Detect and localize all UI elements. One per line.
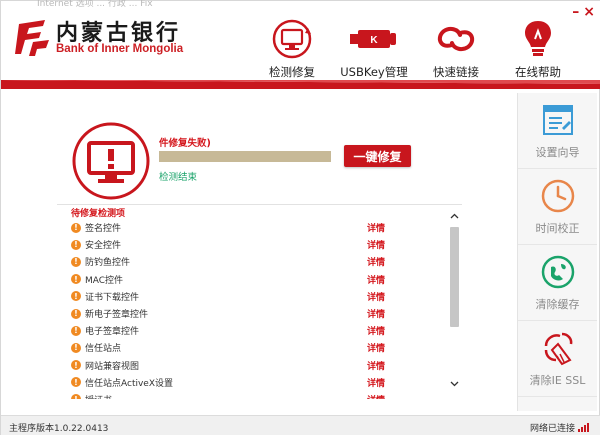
- nav-online-help[interactable]: 在线帮助: [497, 17, 579, 83]
- nav-usbkey[interactable]: K USBKey管理: [333, 17, 415, 83]
- list-item: ! 新电子签章控件 详情: [71, 305, 441, 322]
- bank-name-en: Bank of Inner Mongolia: [56, 43, 184, 55]
- warning-icon: !: [71, 222, 81, 233]
- nav-label: 检测修复: [269, 65, 315, 79]
- sidebar-item-label: 设置向导: [535, 145, 580, 159]
- list-item: ! 网站兼容视图 详情: [71, 357, 441, 374]
- nav-quick-links[interactable]: 快速链接: [415, 17, 497, 83]
- broom-icon: [540, 330, 576, 366]
- repair-failed-monitor-icon: [72, 122, 150, 200]
- repair-status-message: 件修复失败): [159, 138, 211, 149]
- list-title: 待修复检测项: [71, 209, 126, 219]
- repair-progress-bar: [159, 151, 331, 162]
- svg-text:K: K: [370, 35, 378, 46]
- tools-sidebar: 设置向导 时间校正 清除缓存 清除IE SSL: [517, 93, 597, 411]
- item-name: 证书下载控件: [85, 292, 140, 303]
- list-item: ! 防钓鱼控件 详情: [71, 253, 441, 270]
- list-item: ! 签名控件 详情: [71, 219, 441, 236]
- sidebar-item-time-correct[interactable]: 时间校正: [518, 169, 597, 245]
- bank-logo-icon: [15, 20, 49, 56]
- warning-icon: !: [71, 394, 81, 399]
- status-bar: 主程序版本1.0.22.0413 网络已连接: [1, 415, 600, 435]
- list-item: ! 电子签章控件 详情: [71, 322, 441, 339]
- item-name: 防钓鱼控件: [85, 258, 131, 269]
- network-status-text: 网络已连接: [529, 424, 575, 434]
- sidebar-item-clear-cache[interactable]: 清除缓存: [518, 245, 597, 321]
- scroll-thumb[interactable]: [450, 227, 459, 327]
- warning-icon: !: [71, 256, 81, 267]
- list-divider: [57, 204, 462, 205]
- detail-link[interactable]: 详情: [367, 255, 385, 268]
- one-click-repair-button[interactable]: 一键修复: [344, 145, 411, 167]
- detail-link[interactable]: 详情: [367, 393, 385, 399]
- nav-label: USBKey管理: [340, 65, 408, 79]
- warning-icon: !: [71, 377, 81, 388]
- detail-link[interactable]: 详情: [367, 359, 385, 372]
- detail-link[interactable]: 详情: [367, 376, 385, 389]
- header-red-band: [1, 80, 600, 89]
- warning-icon: !: [71, 274, 81, 285]
- close-button[interactable]: ×: [583, 5, 595, 19]
- program-version: 主程序版本1.0.22.0413: [9, 424, 109, 434]
- warning-icon: !: [71, 360, 81, 371]
- scroll-up-button[interactable]: [448, 209, 461, 222]
- detail-link[interactable]: 详情: [367, 273, 385, 286]
- progress-fill: [159, 151, 331, 162]
- usb-key-icon: K: [350, 17, 398, 61]
- network-status: 网络已连接: [530, 421, 589, 434]
- detail-link[interactable]: 详情: [367, 290, 385, 303]
- warning-icon: !: [71, 308, 81, 319]
- background-window-text: Internet 选项 ... 行政 ... Fix: [37, 0, 153, 9]
- detail-link[interactable]: 详情: [367, 307, 385, 320]
- header: Internet 选项 ... 行政 ... Fix 内蒙古银行 Bank of…: [1, 0, 600, 89]
- item-name: 电子签章控件: [85, 327, 140, 338]
- detail-link[interactable]: 详情: [367, 221, 385, 234]
- item-name: 安全控件: [85, 241, 122, 252]
- list-item: ! 信任站点ActiveX设置 详情: [71, 374, 441, 391]
- wizard-icon: [540, 102, 576, 138]
- warning-icon: !: [71, 342, 81, 353]
- link-icon: [432, 17, 480, 61]
- list-scrollbar[interactable]: [448, 209, 461, 391]
- item-name: 信任站点: [85, 344, 122, 355]
- top-nav: 检测修复 K USBKey管理 快速链接 在线帮助: [251, 17, 579, 83]
- clock-icon: [540, 178, 576, 214]
- nav-label: 快速链接: [433, 65, 479, 79]
- list-item: ! 证书下载控件 详情: [71, 288, 441, 305]
- warning-icon: !: [71, 325, 81, 336]
- check-complete-text: 检测结束: [159, 172, 198, 183]
- globe-clean-icon: [540, 254, 576, 290]
- warning-icon: !: [71, 239, 81, 250]
- list-item: ! 信任站点 详情: [71, 339, 441, 356]
- detail-link[interactable]: 详情: [367, 324, 385, 337]
- sidebar-item-clear-ie-ssl[interactable]: 清除IE SSL: [518, 321, 597, 397]
- item-name: 新电子签章控件: [85, 310, 149, 321]
- item-name: 信任站点ActiveX设置: [85, 378, 174, 389]
- detail-link[interactable]: 详情: [367, 341, 385, 354]
- sidebar-item-label: 时间校正: [535, 221, 580, 235]
- item-name: 网站兼容视图: [85, 361, 140, 372]
- warning-icon: !: [71, 291, 81, 302]
- list-item: ! 安全控件 详情: [71, 236, 441, 253]
- sidebar-item-label: 清除IE SSL: [529, 373, 586, 387]
- lightbulb-icon: [514, 17, 562, 61]
- monitor-repair-icon: [268, 17, 316, 61]
- sidebar-item-label: 清除缓存: [535, 297, 580, 311]
- detail-link[interactable]: 详情: [367, 238, 385, 251]
- nav-detect-repair[interactable]: 检测修复: [251, 17, 333, 83]
- app-window: Internet 选项 ... 行政 ... Fix 内蒙古银行 Bank of…: [0, 0, 600, 435]
- scroll-down-button[interactable]: [448, 377, 461, 390]
- item-name: 授证书: [85, 393, 112, 399]
- list-item: ! 授证书 详情: [71, 391, 441, 399]
- item-name: MAC控件: [85, 275, 124, 286]
- item-name: 签名控件: [85, 224, 122, 235]
- nav-label: 在线帮助: [515, 65, 561, 79]
- list-item: ! MAC控件 详情: [71, 271, 441, 288]
- repair-item-list: ! 签名控件 详情! 安全控件 详情! 防钓鱼控件 详情! MAC控件 详情! 证书下载控件 详情!…: [71, 219, 441, 399]
- signal-bars-icon: [578, 423, 589, 432]
- sidebar-item-setup-wizard[interactable]: 设置向导: [518, 93, 597, 169]
